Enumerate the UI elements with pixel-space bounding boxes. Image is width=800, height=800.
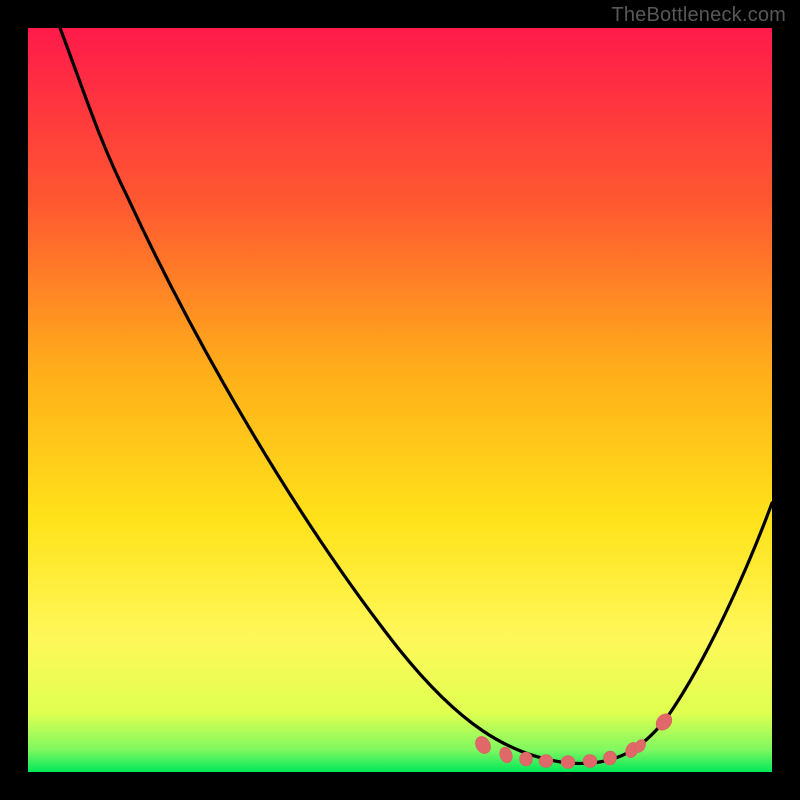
chart-container: TheBottleneck.com: [0, 0, 800, 800]
plot-area: [28, 28, 772, 772]
watermark-text: TheBottleneck.com: [611, 4, 786, 27]
background-gradient: [28, 28, 772, 772]
